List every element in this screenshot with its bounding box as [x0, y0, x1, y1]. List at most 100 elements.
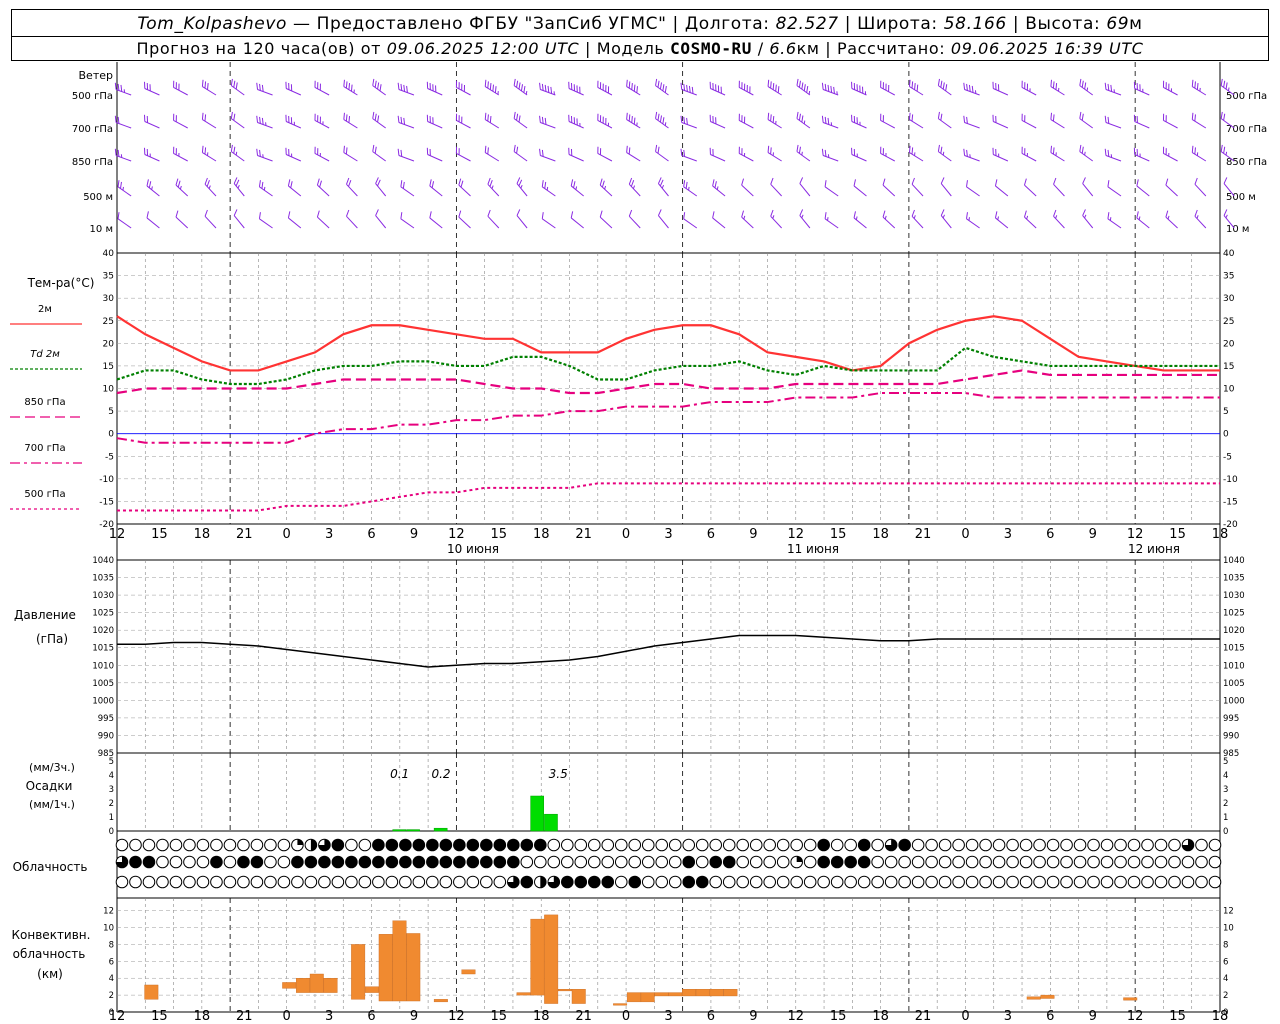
cloud-circle	[709, 875, 723, 889]
cloud-circle	[1168, 875, 1181, 889]
wind-barb-shaft	[115, 155, 132, 162]
cloud-fill-full	[129, 856, 142, 868]
cloud-fill-half	[310, 839, 317, 851]
wind-barb-flag	[429, 211, 432, 219]
cloud-circle	[668, 838, 682, 852]
wind-barb-flag	[1053, 177, 1057, 185]
wind-barb-flag	[397, 115, 400, 123]
cloud-fill-full	[386, 839, 398, 851]
cloud-circle	[560, 838, 574, 852]
wind-barb-flag	[770, 209, 774, 217]
conv-bar	[626, 992, 641, 1003]
temp-title: Тем-ра(°C)	[27, 276, 95, 290]
wind-barb-flag	[314, 113, 316, 121]
wind-barb	[568, 147, 584, 162]
cloud-circle	[331, 875, 345, 889]
cloud-circle	[803, 855, 817, 869]
wind-barb-flag	[1133, 147, 1136, 155]
wind-barb	[709, 81, 726, 96]
x-tick-label: 12	[448, 527, 465, 542]
wind-barb-shaft	[822, 155, 839, 162]
wind-barb-shaft	[964, 155, 980, 162]
temp-tick-right: 10	[1223, 385, 1235, 395]
wind-barb-shaft	[568, 121, 584, 129]
x-tick-label: 18	[872, 527, 889, 542]
cloud-fill-full	[386, 856, 398, 868]
wind-barb-flag	[375, 209, 379, 216]
cloud-circle	[1060, 875, 1073, 889]
wind-barb-shaft	[1024, 184, 1037, 197]
wind-barb	[256, 115, 273, 129]
cloud-circle	[925, 875, 938, 889]
x-tick-label: 9	[410, 527, 418, 542]
conv-bar	[558, 989, 572, 992]
conv-bar	[378, 934, 393, 1002]
wind-barb-shaft	[257, 89, 273, 96]
wind-barb-shaft	[626, 86, 641, 96]
temp-tick-left: 40	[103, 249, 115, 259]
pressure-tick-left: 1035	[92, 574, 114, 584]
cloud-circle	[277, 875, 291, 889]
wind-barb	[429, 211, 443, 229]
cloud-circle	[641, 875, 655, 889]
wind-barb-shaft	[1107, 186, 1122, 197]
pressure-tick-right: 1000	[1223, 696, 1245, 706]
wind-barb-flag	[851, 147, 853, 155]
cloud-circle	[709, 838, 723, 852]
wind-barb	[372, 144, 386, 162]
x-tick-label: 15	[830, 1009, 847, 1024]
wind-barb-shaft	[343, 86, 358, 96]
precip-tick-right: 5	[1223, 757, 1228, 767]
cloud-fill-full	[453, 856, 466, 868]
day-label: 12 июня	[1128, 542, 1180, 556]
wind-barb-flag	[314, 146, 316, 154]
precip-tick-left: 5	[109, 757, 114, 767]
cloud-circle	[358, 875, 372, 889]
wind-barb	[201, 112, 217, 129]
wind-barb-shaft	[372, 85, 386, 96]
wind-barb-shaft	[429, 217, 443, 229]
cloud-circle	[790, 838, 803, 852]
legend-label: Td 2м	[30, 349, 60, 360]
pressure-tick-left: 1040	[92, 556, 114, 566]
wind-barb-shaft	[115, 89, 132, 96]
wind-barb	[851, 147, 867, 162]
x-tick-label: 0	[283, 527, 291, 542]
wind-barb	[516, 209, 528, 229]
wind-barb-flag	[1133, 114, 1136, 122]
wind-barb-flag	[1082, 177, 1086, 184]
cloud-fill-full	[507, 839, 520, 851]
wind-barb-flag	[314, 80, 316, 88]
wind-barb-shaft	[597, 120, 613, 129]
cloud-circle	[574, 855, 588, 869]
wind-barb-flag	[911, 209, 915, 217]
wind-barb	[1194, 209, 1207, 229]
wind-barb-flag	[1082, 209, 1086, 216]
wind-barb-shaft	[427, 121, 443, 129]
wind-barb	[738, 113, 754, 129]
temp-tick-left: 10	[103, 385, 115, 395]
wind-barb-shaft	[940, 215, 952, 229]
wind-barb-shaft	[286, 154, 302, 162]
x-tick-label: 21	[575, 1009, 592, 1024]
x-tick-label: 3	[664, 1009, 672, 1024]
wind-barb	[882, 178, 896, 197]
wind-panel: 500 гПа 500 гПа 700 гПа 700 гПа 850 гПа 850 г…	[72, 78, 1267, 235]
x-tick-label: 12	[787, 1009, 804, 1024]
wind-barb-flag	[994, 179, 998, 187]
wind-barb-shaft	[1134, 121, 1150, 129]
wind-barb	[1104, 148, 1122, 162]
wind-barb	[487, 177, 500, 197]
x-tick-label: 15	[491, 1009, 508, 1024]
wind-barb	[258, 180, 273, 197]
wind-barb-flag	[455, 80, 458, 88]
wind-barb-shaft	[712, 185, 726, 197]
wind-barb-flag	[175, 210, 179, 218]
cloud-circle	[628, 838, 642, 852]
cloud-fill-full	[372, 856, 385, 868]
wind-barb-shaft	[456, 120, 471, 129]
wind-barb-flag	[597, 146, 599, 154]
wind-barb-shaft	[458, 216, 471, 229]
x-tick-label: 12	[1127, 527, 1144, 542]
wind-barb-shaft	[597, 87, 613, 96]
